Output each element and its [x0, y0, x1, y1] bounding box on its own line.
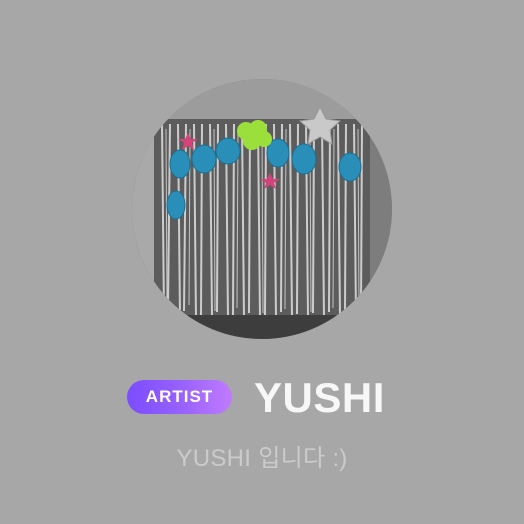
artist-name: YUSHI	[254, 374, 385, 421]
avatar-photo-image	[132, 79, 392, 339]
artist-badge: ARTIST	[127, 380, 232, 414]
profile-avatar[interactable]	[132, 79, 392, 339]
artist-profile-card: ARTIST YUSHI YUSHI 입니다 :)	[0, 0, 524, 524]
name-row: ARTIST YUSHI	[0, 370, 524, 426]
artist-bio: YUSHI 입니다 :)	[176, 445, 348, 472]
